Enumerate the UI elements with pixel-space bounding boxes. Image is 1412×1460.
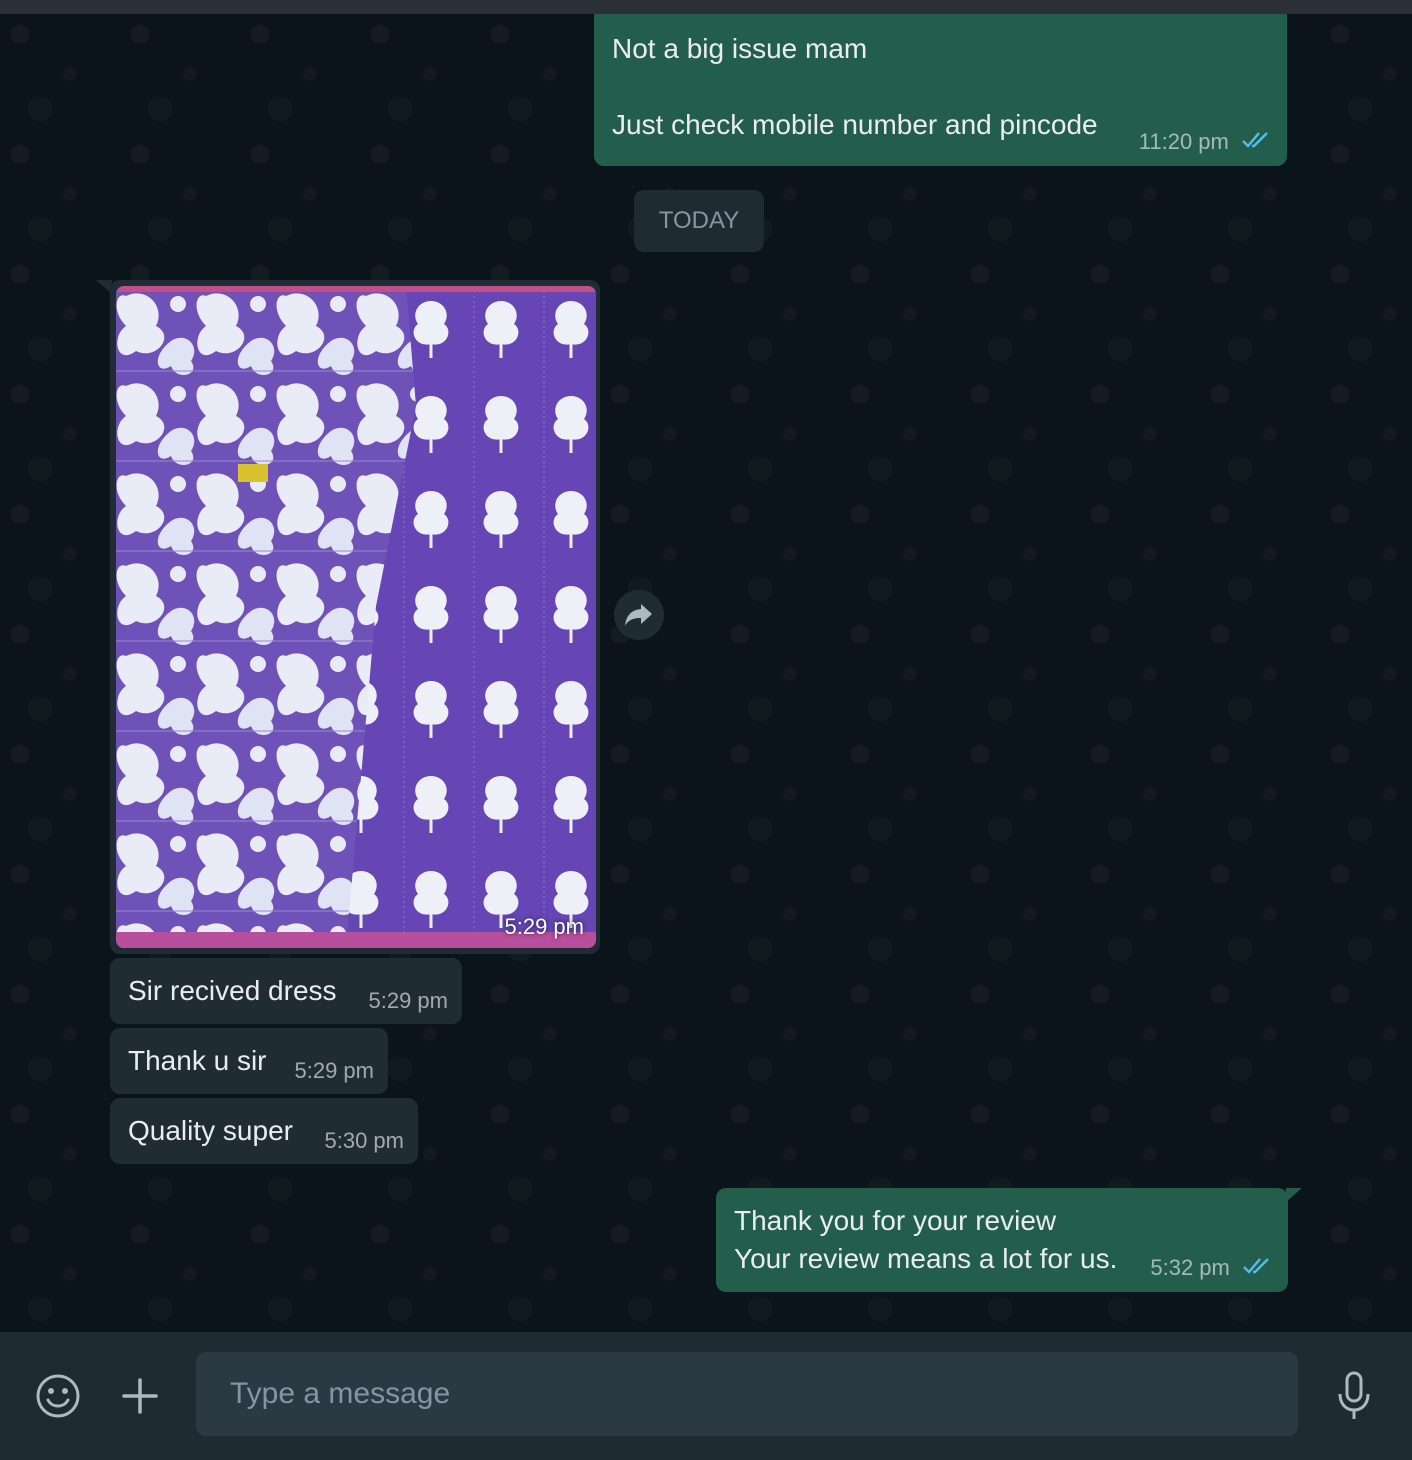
image-time: 5:29 pm <box>504 914 585 939</box>
message-input[interactable] <box>196 1352 1298 1436</box>
message-time: 11:20 pm <box>1138 128 1229 154</box>
chat-panel[interactable]: Not a big issue mam Just check mobile nu… <box>0 14 1412 1332</box>
message-time: 5:29 pm <box>368 988 449 1013</box>
received-dress-photo[interactable]: 5:29 pm <box>116 286 596 948</box>
incoming-message[interactable]: Quality super 5:30 pm <box>110 1098 418 1164</box>
read-ticks-icon <box>1242 1250 1274 1288</box>
message-text: Quality super <box>128 1115 293 1146</box>
voice-message-button[interactable] <box>1328 1366 1380 1426</box>
emoji-button[interactable] <box>32 1370 84 1422</box>
emoji-icon <box>36 1374 80 1418</box>
incoming-message[interactable]: Thank u sir 5:29 pm <box>110 1028 388 1094</box>
message-time: 5:29 pm <box>294 1058 375 1083</box>
message-meta: 11:20 pm <box>1139 123 1273 162</box>
window-top-bar <box>0 0 1412 14</box>
bubble-tail <box>1286 1188 1302 1202</box>
forward-button[interactable] <box>614 590 664 640</box>
plus-icon <box>122 1378 158 1414</box>
message-text-line: Not a big issue mam <box>612 33 868 64</box>
read-ticks-icon <box>1241 124 1273 162</box>
incoming-message[interactable]: Sir recived dress 5:29 pm <box>110 958 462 1024</box>
message-time: 5:30 pm <box>324 1128 405 1153</box>
outgoing-message[interactable]: Thank you for your review Your review me… <box>716 1188 1288 1292</box>
microphone-icon <box>1338 1371 1370 1419</box>
message-text: Thank u sir <box>128 1045 267 1076</box>
outgoing-message[interactable]: Not a big issue mam Just check mobile nu… <box>594 14 1287 166</box>
message-text: Sir recived dress <box>128 975 337 1006</box>
message-time: 5:32 pm <box>1150 1254 1230 1280</box>
message-text-line: Thank you for your review <box>734 1205 1057 1236</box>
attach-button[interactable] <box>116 1370 164 1422</box>
message-meta: 5:32 pm <box>1150 1249 1274 1288</box>
message-composer <box>0 1332 1412 1460</box>
forward-icon <box>625 604 652 626</box>
date-divider: TODAY <box>634 190 764 252</box>
